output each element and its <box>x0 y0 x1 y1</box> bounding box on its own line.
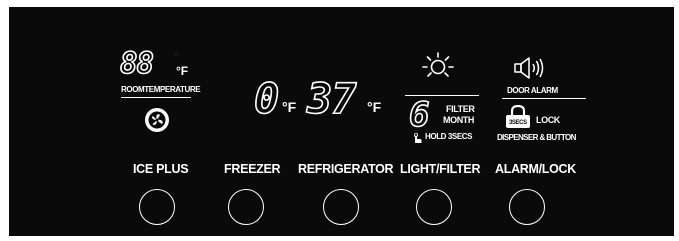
filter-month-display: 6 <box>408 95 430 135</box>
month-label: MONTH <box>443 115 474 125</box>
lock-label: LOCK <box>536 115 560 125</box>
freezer-temperature-display: 0 <box>253 74 280 123</box>
alarm-lock-label: ALARM/LOCK <box>495 162 577 176</box>
freezer-label: FREEZER <box>224 162 281 176</box>
ice-plus-label: ICE PLUS <box>133 162 189 176</box>
room-temperature-unit: °F <box>176 64 189 78</box>
freezer-button[interactable] <box>228 189 264 225</box>
hand-press-icon <box>412 131 423 149</box>
filter-label: FILTER <box>446 104 475 114</box>
refrigerator-label: REFRIGERATOR <box>298 162 394 176</box>
fan-icon <box>144 107 170 138</box>
alarm-lock-button[interactable] <box>509 189 545 225</box>
light-bulb-icon <box>421 50 455 89</box>
door-alarm-label: DOOR ALARM <box>507 86 558 95</box>
light-filter-label: LIGHT/FILTER <box>400 162 481 176</box>
alarm-divider <box>502 98 586 99</box>
light-filter-button[interactable] <box>416 189 452 225</box>
hold-3secs-label: HOLD 3SECS <box>425 132 473 141</box>
freezer-temperature-unit: °F <box>282 99 297 115</box>
c-icon: ◌ <box>174 49 179 58</box>
room-temperature-display: 88 <box>119 46 155 80</box>
lock-3secs-badge: 3SECS <box>509 120 527 126</box>
dispenser-button-label: DISPENSER & BUTTON <box>497 133 576 142</box>
speaker-icon <box>512 56 550 85</box>
room-temperature-divider <box>121 97 191 98</box>
refrigerator-temperature-unit: °F <box>367 99 382 115</box>
room-temperature-label: ROOMTEMPERATURE <box>121 85 201 94</box>
refrigerator-button[interactable] <box>323 189 359 225</box>
ice-plus-button[interactable] <box>139 189 175 225</box>
control-panel: 88 ◌ °F ROOMTEMPERATURE 0 °F 37 °F 6 FIL… <box>9 7 674 236</box>
refrigerator-temperature-display: 37 <box>306 74 357 123</box>
